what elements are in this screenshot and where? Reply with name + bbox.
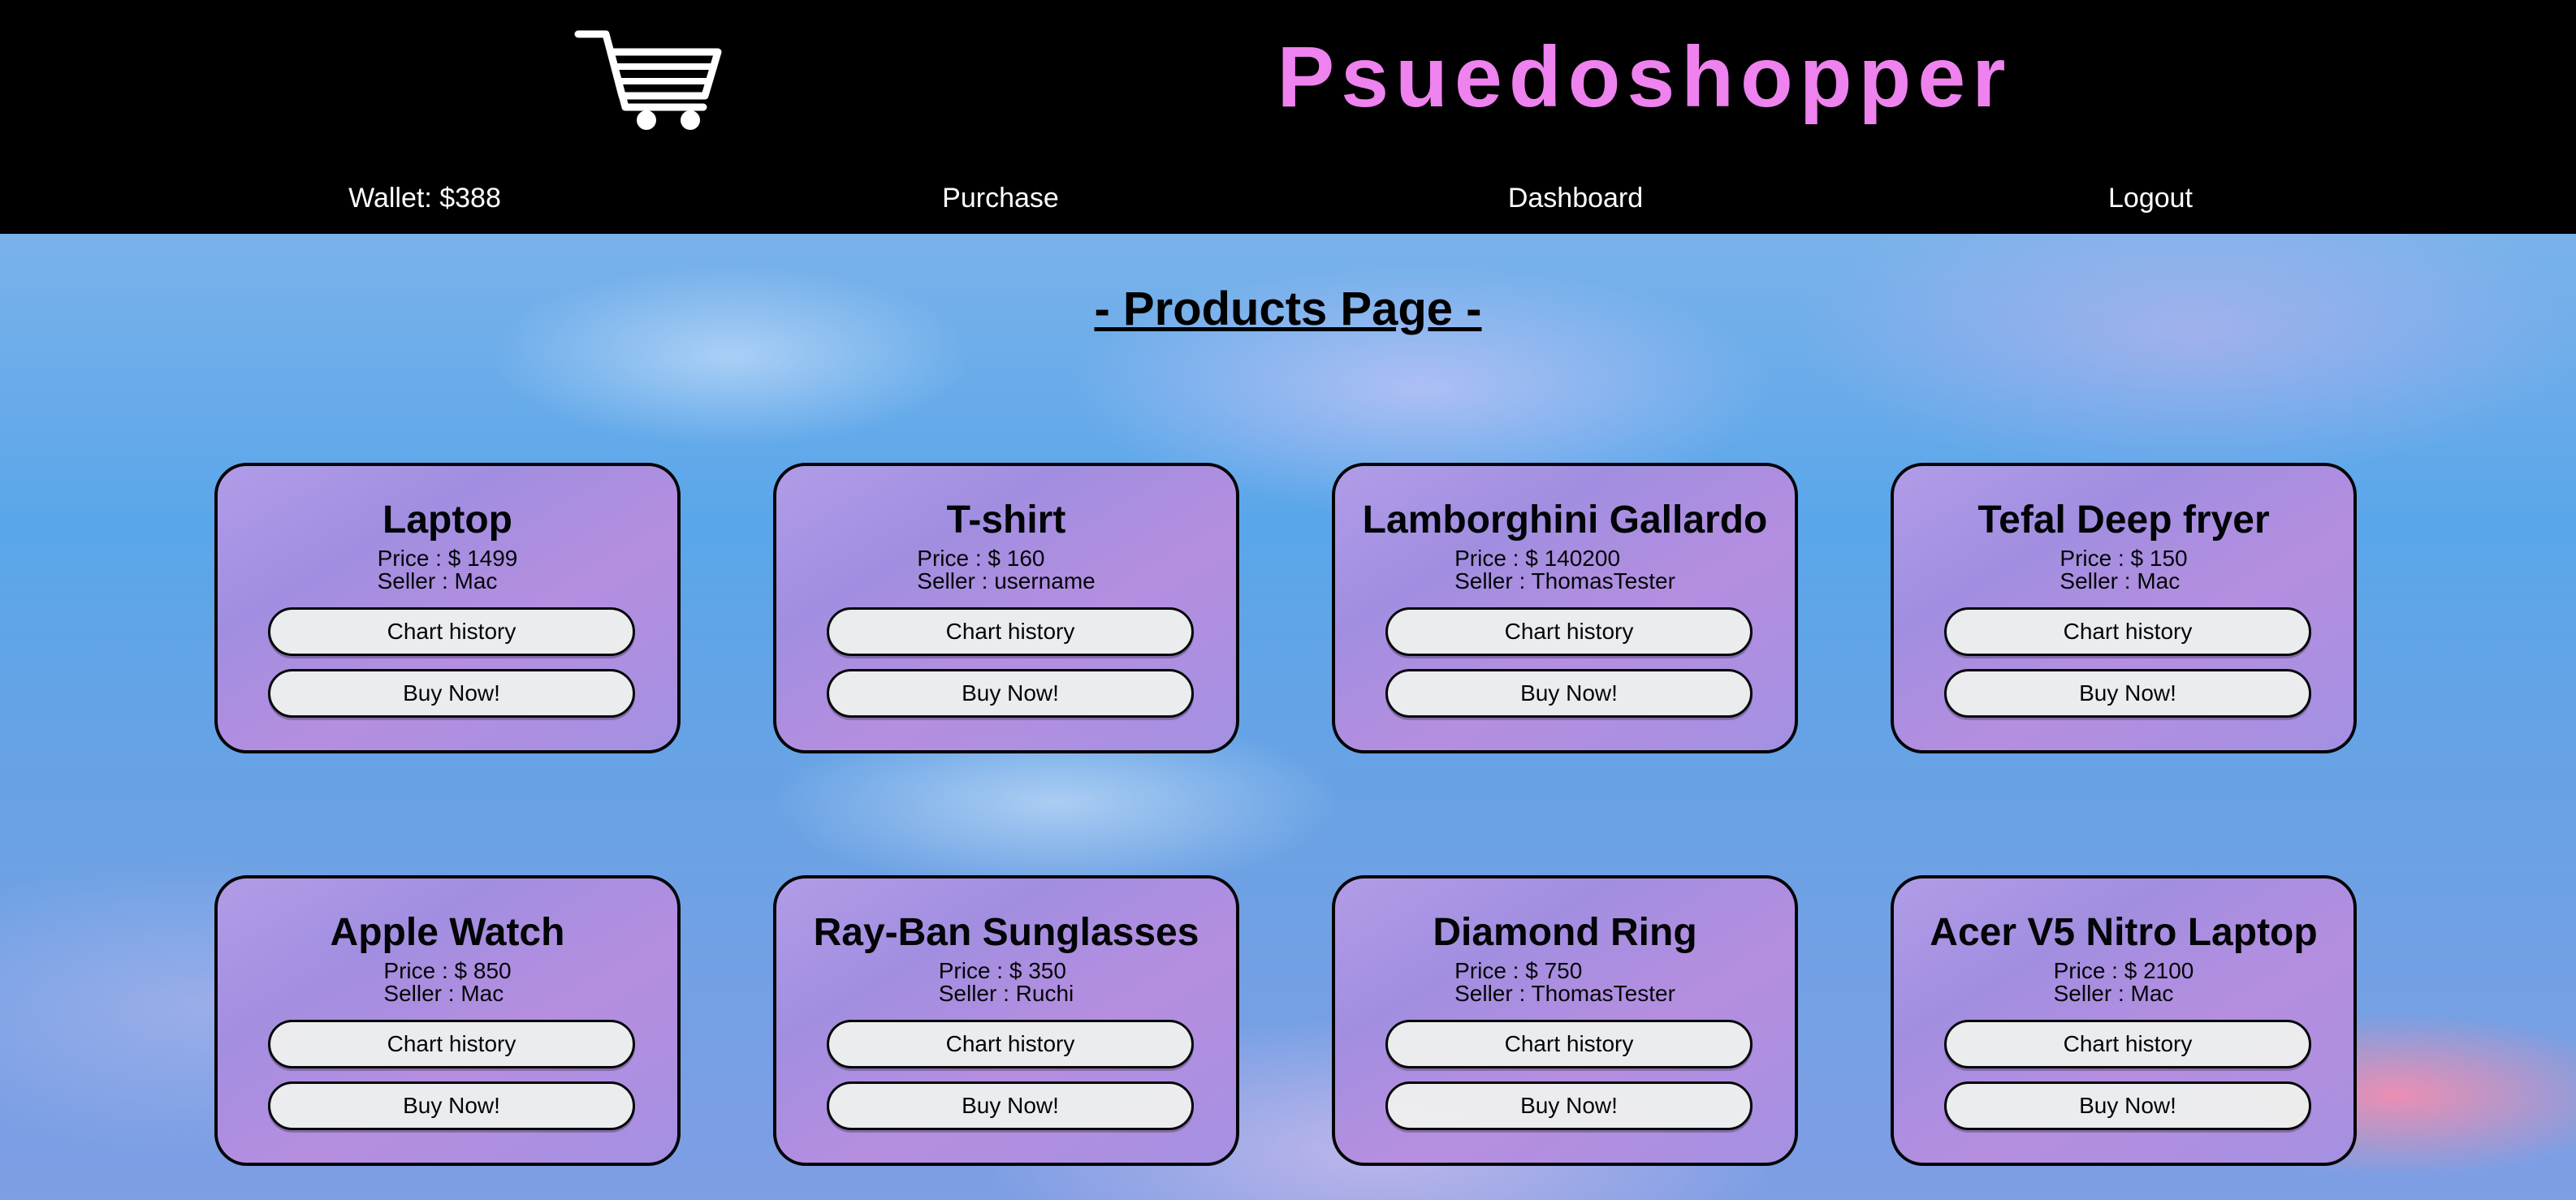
product-name: Ray-Ban Sunglasses xyxy=(813,911,1199,954)
product-price: Price : $ 350 xyxy=(938,958,1066,983)
product-name: Acer V5 Nitro Laptop xyxy=(1930,911,2318,954)
product-seller: Seller : Mac xyxy=(2060,568,2181,594)
product-price: Price : $ 2100 xyxy=(2053,958,2194,983)
chart-history-button[interactable]: Chart history xyxy=(1944,1020,2311,1068)
product-card: Apple Watch Price : $ 850 Seller : Mac C… xyxy=(214,875,681,1166)
product-card: Acer V5 Nitro Laptop Price : $ 2100 Sell… xyxy=(1891,875,2357,1166)
product-card: Tefal Deep fryer Price : $ 150 Seller : … xyxy=(1891,463,2357,753)
main-nav: Wallet: $388 Purchase Dashboard Logout xyxy=(0,172,2576,224)
chart-history-button[interactable]: Chart history xyxy=(1385,607,1753,656)
chart-history-button[interactable]: Chart history xyxy=(268,607,635,656)
chart-history-button[interactable]: Chart history xyxy=(1385,1020,1753,1068)
product-name: Tefal Deep fryer xyxy=(1977,499,2270,542)
product-price: Price : $ 1499 xyxy=(377,546,518,571)
buy-now-button[interactable]: Buy Now! xyxy=(1944,1081,2311,1130)
product-seller: Seller : ThomasTester xyxy=(1454,981,1675,1006)
header-bar: Psuedoshopper Wallet: $388 Purchase Dash… xyxy=(0,0,2576,234)
nav-logout[interactable]: Logout xyxy=(2108,172,2193,224)
chart-history-button[interactable]: Chart history xyxy=(827,1020,1194,1068)
buy-now-button[interactable]: Buy Now! xyxy=(827,669,1194,718)
page-heading: - Products Page - xyxy=(1094,283,1482,335)
chart-history-button[interactable]: Chart history xyxy=(1944,607,2311,656)
product-card: Diamond Ring Price : $ 750 Seller : Thom… xyxy=(1332,875,1798,1166)
product-seller: Seller : Mac xyxy=(377,568,498,594)
buy-now-button[interactable]: Buy Now! xyxy=(1385,669,1753,718)
chart-history-button[interactable]: Chart history xyxy=(268,1020,635,1068)
product-seller: Seller : Mac xyxy=(2053,981,2174,1006)
nav-wallet[interactable]: Wallet: $388 xyxy=(348,172,501,224)
buy-now-button[interactable]: Buy Now! xyxy=(827,1081,1194,1130)
product-seller: Seller : Mac xyxy=(383,981,504,1006)
product-card: Ray-Ban Sunglasses Price : $ 350 Seller … xyxy=(773,875,1239,1166)
shopping-cart-icon xyxy=(574,30,722,130)
product-name: Apple Watch xyxy=(330,911,565,954)
product-price: Price : $ 160 xyxy=(917,546,1045,571)
product-seller: Seller : Ruchi xyxy=(938,981,1074,1006)
product-price: Price : $ 850 xyxy=(383,958,512,983)
buy-now-button[interactable]: Buy Now! xyxy=(268,1081,635,1130)
buy-now-button[interactable]: Buy Now! xyxy=(1385,1081,1753,1130)
nav-dashboard[interactable]: Dashboard xyxy=(1508,172,1643,224)
buy-now-button[interactable]: Buy Now! xyxy=(1944,669,2311,718)
product-name: Diamond Ring xyxy=(1433,911,1697,954)
product-price: Price : $ 750 xyxy=(1454,958,1583,983)
product-seller: Seller : ThomasTester xyxy=(1454,568,1675,594)
product-name: T-shirt xyxy=(946,499,1066,542)
product-card: Lamborghini Gallardo Price : $ 140200 Se… xyxy=(1332,463,1798,753)
product-name: Lamborghini Gallardo xyxy=(1362,499,1768,542)
product-price: Price : $ 140200 xyxy=(1454,546,1621,571)
buy-now-button[interactable]: Buy Now! xyxy=(268,669,635,718)
product-card: Laptop Price : $ 1499 Seller : Mac Chart… xyxy=(214,463,681,753)
brand-title: Psuedoshopper xyxy=(1277,29,2012,125)
product-seller: Seller : username xyxy=(917,568,1096,594)
product-card: T-shirt Price : $ 160 Seller : username … xyxy=(773,463,1239,753)
chart-history-button[interactable]: Chart history xyxy=(827,607,1194,656)
product-name: Laptop xyxy=(383,499,512,542)
products-content: - Products Page - Laptop Price : $ 1499 … xyxy=(0,234,2576,1200)
product-price: Price : $ 150 xyxy=(2060,546,2188,571)
nav-purchase[interactable]: Purchase xyxy=(942,172,1059,224)
